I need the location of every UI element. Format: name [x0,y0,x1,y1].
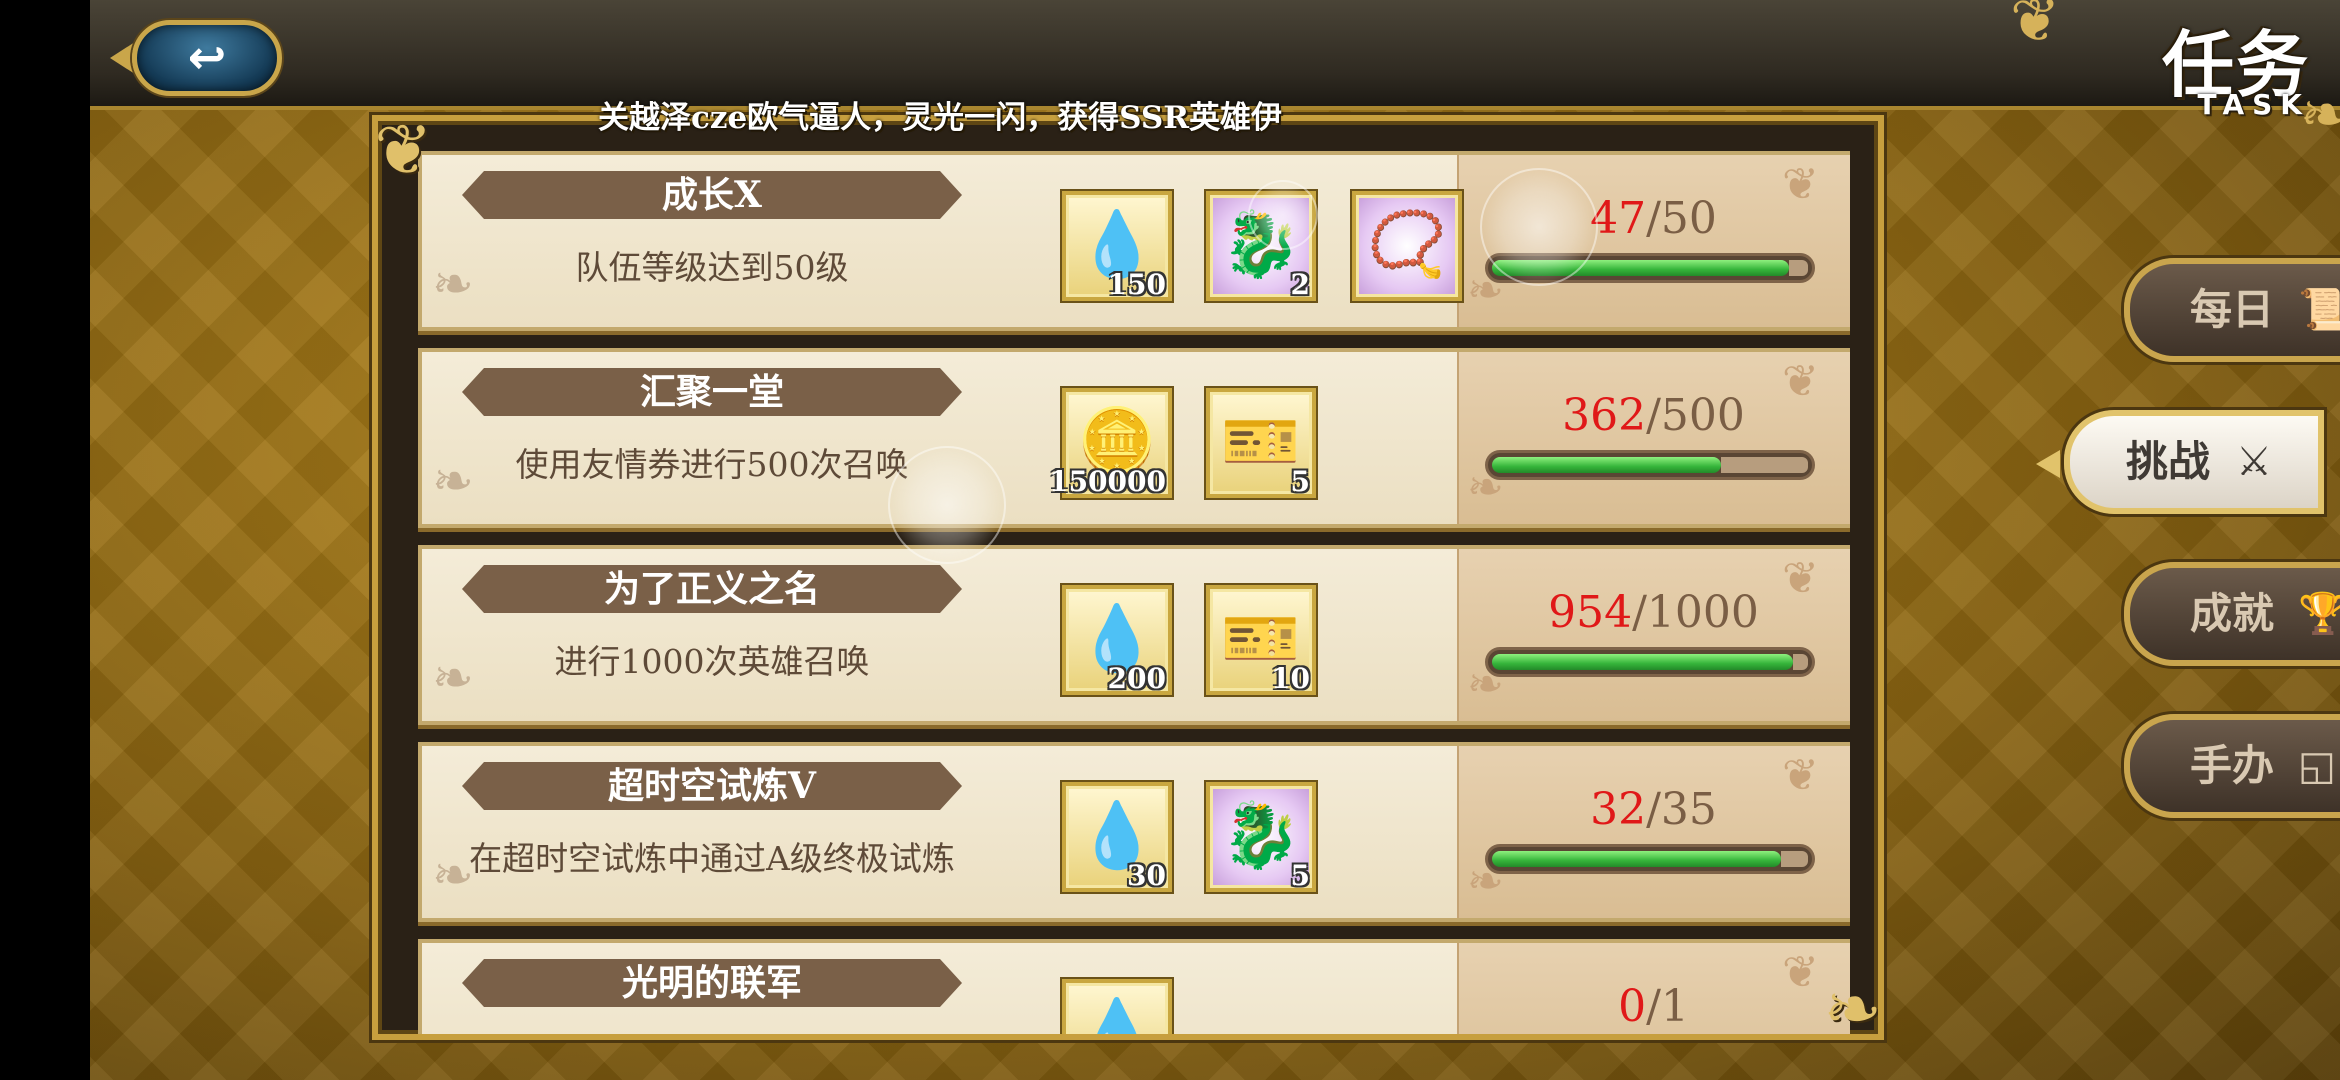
task-description: 使用友情券进行500次召唤 [515,445,909,484]
task-description: 进行1000次英雄召唤 [554,642,870,681]
reward-count: 2 [1290,268,1310,301]
progress-bar [1485,844,1815,874]
progress-current: 0 [1618,981,1647,1032]
reward-count: 10 [1271,662,1310,695]
reward-item[interactable]: 💧 150 [1062,191,1172,301]
tab-label: 手办 [2190,741,2275,790]
progress-bar [1485,450,1815,480]
progress-empty [1781,851,1808,867]
tab-label: 成就 [2190,589,2275,638]
progress-total: /500 [1646,390,1745,441]
reward-count: 5 [1290,465,1310,498]
progress-fill [1492,654,1793,670]
figure-box-icon: ◱ [2298,743,2336,789]
task-name: 汇聚一堂 [639,371,784,413]
tab-label: 每日 [2190,285,2275,334]
reward-item[interactable]: 🪙 150000 [1049,388,1172,498]
tab-0[interactable]: 每日 📜 [2124,258,2340,362]
corner-ornament-icon: ❧ [1823,968,1882,1040]
return-arrow-icon: ↩ [187,30,227,84]
progress-text: 47/50 [1457,193,1850,244]
task-description: 在超时空试炼中通过A级终极试炼 [469,839,955,878]
game-screen: ↩ ❦ ❧ 任务 TASK ❧ ❧ ❦ 成长X 队伍等级达到50级 💧 150 🐉 2 📿 47/5… [0,0,2340,1080]
reward-item[interactable]: 🐉 5 [1206,782,1316,892]
rainbow-crystal-icon: 💧 [1077,996,1157,1040]
progress-current: 47 [1590,193,1647,244]
progress-total: /1000 [1632,587,1759,638]
progress-empty [1721,457,1808,473]
progress-total: /50 [1646,193,1717,244]
progress-text: 362/500 [1457,390,1850,441]
task-card[interactable]: ❧ ❧ ❦ 超时空试炼V 在超时空试炼中通过A级终极试炼 💧 30 🐉 5 32/35 [418,742,1850,922]
filigree-ornament-icon: ❦ [2010,0,2061,56]
task-card[interactable]: ❧ ❧ ❦ 汇聚一堂 使用友情券进行500次召唤 🪙 150000 🎫 5 362/500 [418,348,1850,528]
crossed-swords-icon: ⚔ [2236,439,2272,485]
tab-2[interactable]: 成就 🏆 [2124,562,2340,666]
reward-item[interactable]: 🎫 5 [1206,388,1316,498]
reward-item[interactable]: 💧 [1062,979,1172,1040]
tab-3[interactable]: 手办 ◱ [2124,714,2340,818]
reward-item[interactable]: 🎫 10 [1206,585,1316,695]
progress-current: 32 [1590,784,1647,835]
reward-count: 200 [1107,662,1166,695]
progress-text: 32/35 [1457,784,1850,835]
task-name: 成长X [662,174,762,216]
progress-fill [1492,851,1781,867]
trophy-icon: 🏆 [2298,591,2340,637]
reward-item[interactable]: 💧 200 [1062,585,1172,695]
reward-item[interactable]: 💧 30 [1062,782,1172,892]
tab-label: 挑战 [2126,437,2211,486]
reward-item[interactable]: 📿 [1352,191,1462,301]
progress-fill [1492,457,1721,473]
progress-total: /35 [1646,784,1717,835]
task-name: 为了正义之名 [603,568,820,610]
back-button[interactable]: ↩ [110,16,290,100]
letterbox-left [0,0,90,1080]
task-card[interactable]: ❧❧❦光明的联军💧0/1 [418,939,1850,1040]
progress-current: 954 [1548,587,1633,638]
announcement-marquee: 关越泽cze欧气逼人，灵光一闪，获得SSR英雄伊 [597,100,1283,136]
reward-item[interactable]: 🐉 2 [1206,191,1316,301]
progress-text: 954/1000 [1457,587,1850,638]
progress-fill [1492,260,1789,276]
tab-1[interactable]: 挑战 ⚔ [2036,410,2324,514]
task-name: 超时空试炼V [608,765,816,807]
task-description: 队伍等级达到50级 [575,248,849,287]
reward-count: 30 [1127,859,1166,892]
task-card[interactable]: ❧ ❧ ❦ 为了正义之名 进行1000次英雄召唤 💧 200 🎫 10 954/1000 [418,545,1850,725]
progress-total: /1 [1646,981,1689,1032]
progress-text: 0/1 [1457,981,1850,1032]
progress-current: 362 [1562,390,1647,441]
progress-empty [1793,654,1808,670]
scroll-icon: 📜 [2298,287,2340,333]
page-subtitle: TASK [2197,88,2310,121]
reward-count: 5 [1290,859,1310,892]
progress-empty [1789,260,1808,276]
progress-bar [1485,253,1815,283]
task-description [422,1031,1002,1034]
golden-pendant-icon: 📿 [1367,208,1447,282]
task-name: 光明的联军 [621,962,802,1004]
task-list-panel[interactable]: ❧ ❧ ❦ 成长X 队伍等级达到50级 💧 150 🐉 2 📿 47/50 ❧ ❧ ❦ 汇聚一堂 使用友情券进… [372,115,1884,1040]
title-block: ❦ ❧ 任务 TASK [2010,0,2340,150]
reward-count: 150 [1107,268,1166,301]
task-card[interactable]: ❧ ❧ ❦ 成长X 队伍等级达到50级 💧 150 🐉 2 📿 47/50 [418,151,1850,331]
progress-bar [1485,647,1815,677]
reward-count: 150000 [1049,465,1166,498]
